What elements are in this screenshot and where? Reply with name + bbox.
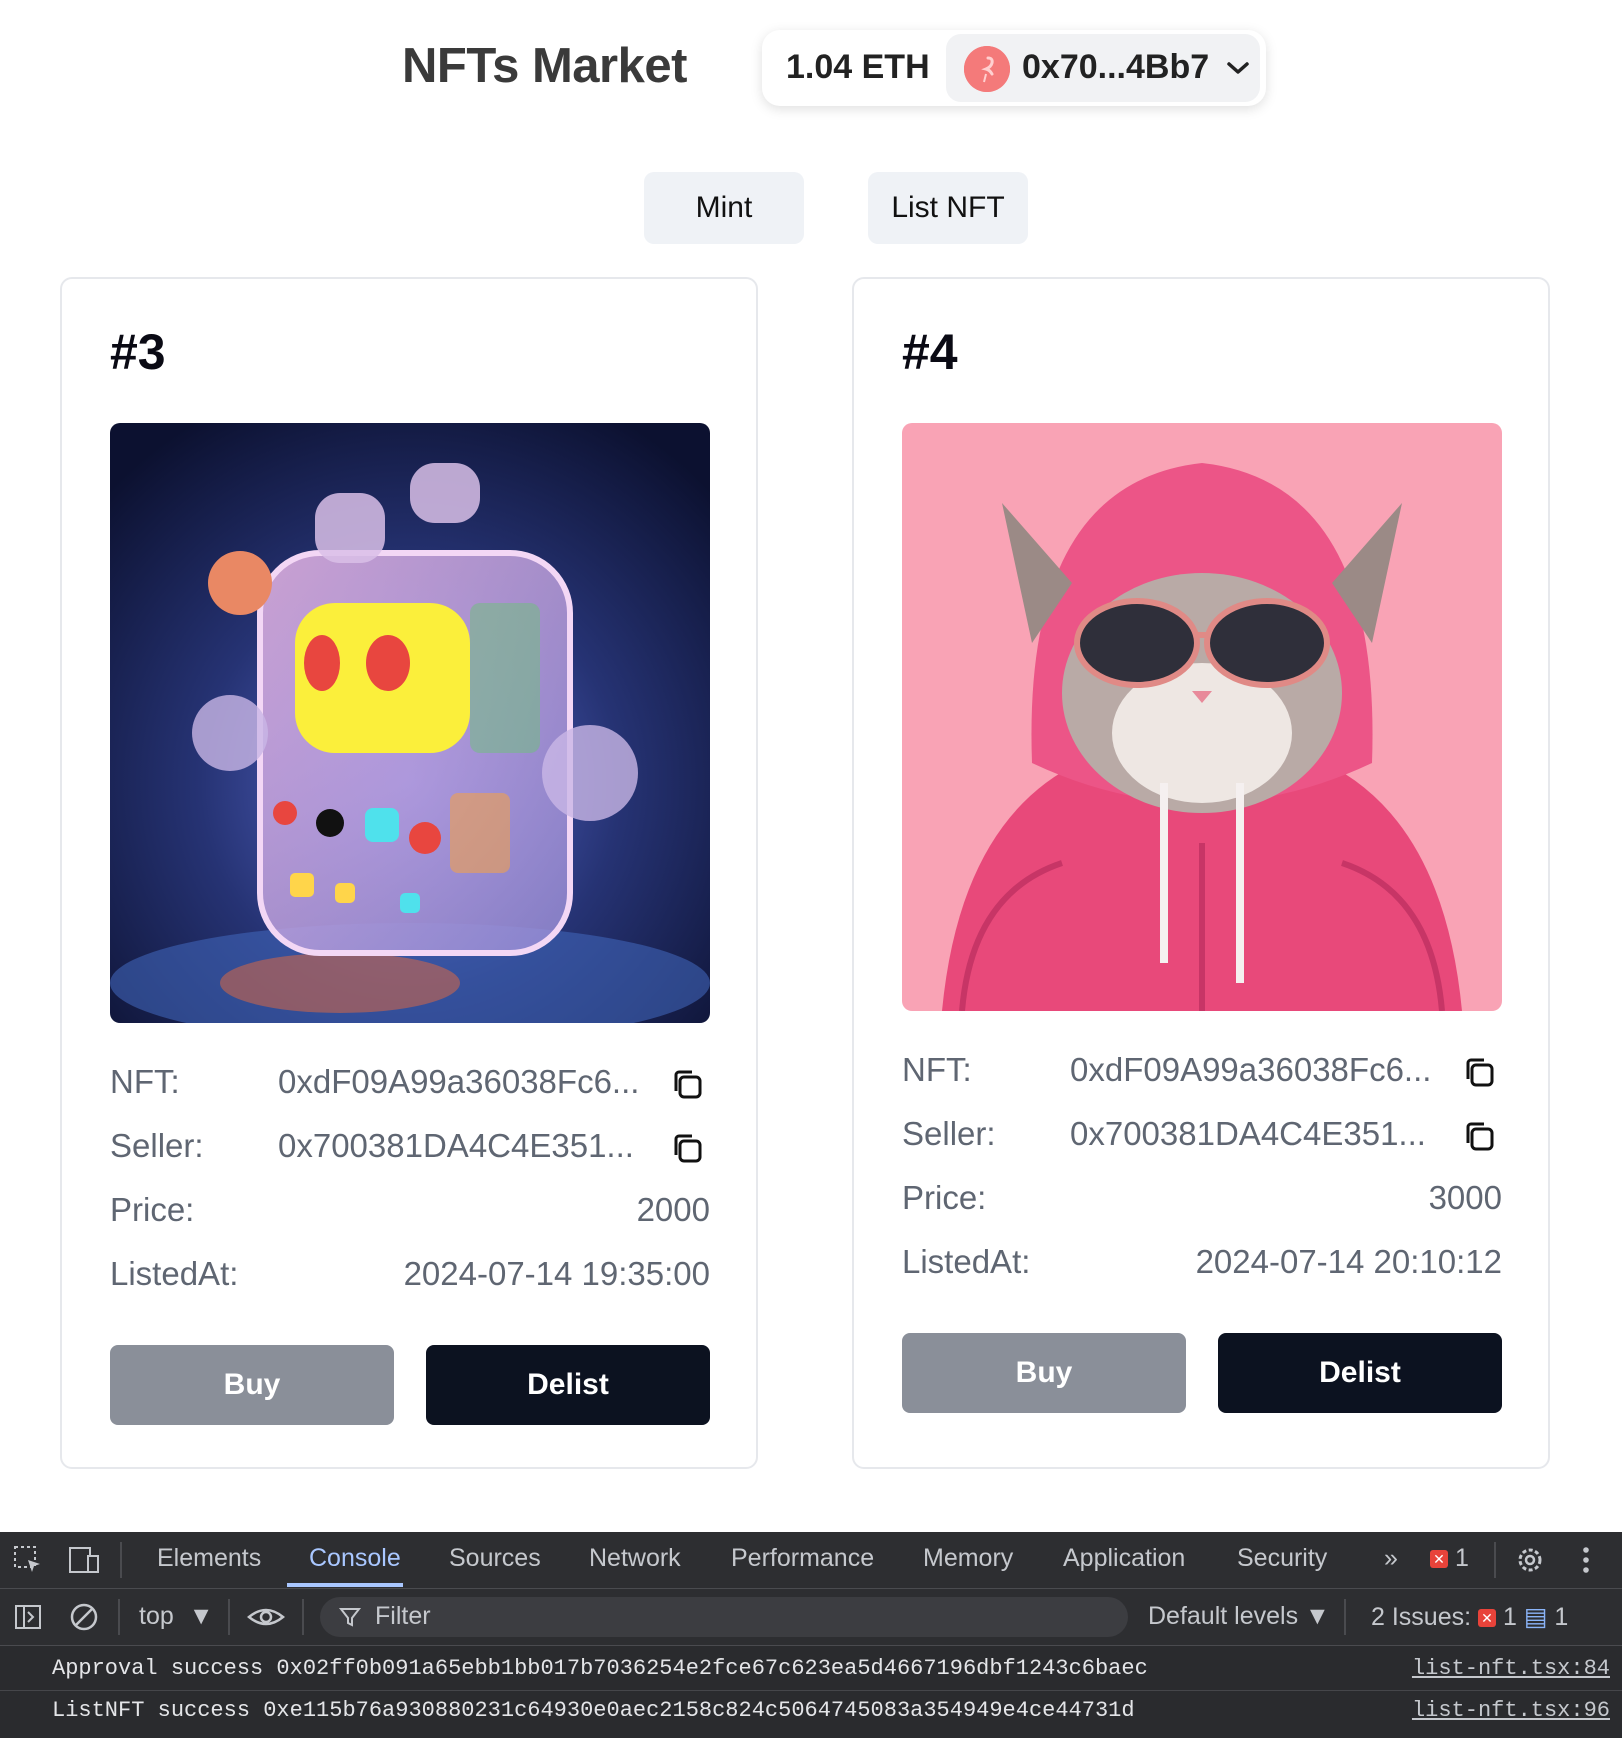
gear-icon[interactable]	[1514, 1544, 1546, 1576]
console-toolbar: top ▼ Filter Default levels ▼ 2 Issues: …	[0, 1589, 1622, 1646]
buy-button[interactable]: Buy	[902, 1333, 1186, 1413]
delist-button[interactable]: Delist	[426, 1345, 710, 1425]
seller-row: Seller: 0x700381DA4C4E351...	[902, 1115, 1502, 1155]
tab-console[interactable]: Console	[309, 1544, 401, 1573]
nft-label: NFT:	[110, 1063, 180, 1100]
price-row: Price: 2000	[110, 1191, 710, 1231]
flamingo-icon	[964, 46, 1010, 92]
eth-balance[interactable]: 1.04 ETH	[786, 48, 930, 87]
devtools-panel: Elements Console Sources Network Perform…	[0, 1532, 1622, 1738]
levels-value: Default levels	[1148, 1602, 1299, 1630]
console-log-entry: Approval success 0x02ff0b091a65ebb1bb017…	[52, 1656, 1148, 1681]
tab-application[interactable]: Application	[1063, 1544, 1185, 1573]
price-label: Price:	[902, 1179, 987, 1216]
context-select[interactable]: top ▼	[139, 1602, 213, 1631]
seller-address: 0x700381DA4C4E351...	[1070, 1115, 1426, 1152]
tab-elements[interactable]: Elements	[157, 1544, 261, 1573]
account-button[interactable]: 0x70...4Bb7	[946, 34, 1260, 102]
listed-value: 2024-07-14 19:35:00	[403, 1255, 710, 1292]
copy-icon[interactable]	[1462, 1055, 1496, 1089]
listed-label: ListedAt:	[110, 1255, 239, 1292]
nft-id: #3	[110, 324, 166, 380]
more-tabs-icon[interactable]: »	[1384, 1544, 1398, 1573]
price-value: 2000	[636, 1191, 710, 1228]
tab-sources[interactable]: Sources	[449, 1544, 541, 1573]
eye-icon[interactable]	[246, 1601, 286, 1633]
listed-label: ListedAt:	[902, 1243, 1031, 1280]
chevron-down-icon	[1227, 62, 1249, 74]
sidebar-toggle-icon[interactable]	[12, 1601, 44, 1633]
listed-value: 2024-07-14 20:10:12	[1195, 1243, 1502, 1280]
copy-icon[interactable]	[1462, 1119, 1496, 1153]
error-count: 1	[1454, 1544, 1469, 1572]
issues-button[interactable]: 2 Issues: ✕ 1 ▤ 1	[1371, 1602, 1568, 1632]
error-badge-icon: ✕	[1430, 1550, 1448, 1569]
tab-memory[interactable]: Memory	[923, 1544, 1013, 1573]
tab-security[interactable]: Security	[1237, 1544, 1327, 1573]
nft-address-row: NFT: 0xdF09A99a36038Fc6...	[902, 1051, 1502, 1091]
tab-network[interactable]: Network	[589, 1544, 681, 1573]
list-nft-button[interactable]: List NFT	[868, 172, 1028, 244]
filter-placeholder: Filter	[375, 1602, 431, 1630]
nft-image-robot	[110, 423, 710, 1023]
nft-address-row: NFT: 0xdF09A99a36038Fc6...	[110, 1063, 710, 1103]
wallet-widget: 1.04 ETH 0x70...4Bb7	[762, 30, 1266, 106]
seller-label: Seller:	[902, 1115, 996, 1152]
filter-icon	[338, 1608, 362, 1627]
issues-info-count: 1	[1554, 1603, 1569, 1631]
account-address: 0x70...4Bb7	[1022, 48, 1210, 86]
error-counter[interactable]: ✕ 1	[1430, 1544, 1469, 1573]
price-value: 3000	[1428, 1179, 1502, 1216]
tab-performance[interactable]: Performance	[731, 1544, 874, 1573]
issues-error-count: 1	[1502, 1603, 1517, 1631]
message-icon: ▤	[1523, 1603, 1548, 1631]
listed-row: ListedAt: 2024-07-14 19:35:00	[110, 1255, 710, 1295]
seller-label: Seller:	[110, 1127, 204, 1164]
filter-input[interactable]: Filter	[320, 1597, 1128, 1637]
inspect-element-icon[interactable]	[12, 1544, 44, 1576]
seller-row: Seller: 0x700381DA4C4E351...	[110, 1127, 710, 1167]
copy-icon[interactable]	[670, 1067, 704, 1101]
issues-label: 2 Issues:	[1371, 1603, 1472, 1631]
page-title: NFTs Market	[402, 39, 687, 93]
mint-button[interactable]: Mint	[644, 172, 804, 244]
error-badge-icon: ✕	[1478, 1609, 1497, 1628]
nft-card: #4 NFT: 0xdF09A99a36038Fc6... Seller: 0x…	[852, 277, 1550, 1469]
levels-select[interactable]: Default levels ▼	[1148, 1602, 1330, 1631]
nft-address: 0xdF09A99a36038Fc6...	[278, 1063, 640, 1100]
price-row: Price: 3000	[902, 1179, 1502, 1219]
seller-address: 0x700381DA4C4E351...	[278, 1127, 634, 1164]
device-toolbar-icon[interactable]	[66, 1544, 102, 1576]
kebab-menu-icon[interactable]	[1576, 1544, 1596, 1576]
nft-card: #3 NFT: 0xdF09A99a36038Fc6... Seller: 0x…	[60, 277, 758, 1469]
nft-image-cat	[902, 423, 1502, 1011]
nft-label: NFT:	[902, 1051, 972, 1088]
console-log-entry: ListNFT success 0xe115b76a930880231c6493…	[52, 1698, 1135, 1723]
nft-address: 0xdF09A99a36038Fc6...	[1070, 1051, 1432, 1088]
copy-icon[interactable]	[670, 1131, 704, 1165]
context-value: top	[139, 1602, 174, 1630]
log-source-link[interactable]: list-nft.tsx:96	[1412, 1698, 1610, 1723]
nft-id: #4	[902, 324, 958, 380]
clear-console-icon[interactable]	[68, 1601, 100, 1633]
caret-down-icon: ▼	[188, 1602, 214, 1630]
log-source-link[interactable]: list-nft.tsx:84	[1412, 1656, 1610, 1681]
nft-market-app: NFTs Market 1.04 ETH 0x70...4Bb7 Mint Li…	[0, 0, 1622, 1532]
devtools-tab-bar: Elements Console Sources Network Perform…	[0, 1532, 1622, 1589]
caret-down-icon: ▼	[1305, 1602, 1330, 1630]
listed-row: ListedAt: 2024-07-14 20:10:12	[902, 1243, 1502, 1283]
delist-button[interactable]: Delist	[1218, 1333, 1502, 1413]
price-label: Price:	[110, 1191, 195, 1228]
buy-button[interactable]: Buy	[110, 1345, 394, 1425]
